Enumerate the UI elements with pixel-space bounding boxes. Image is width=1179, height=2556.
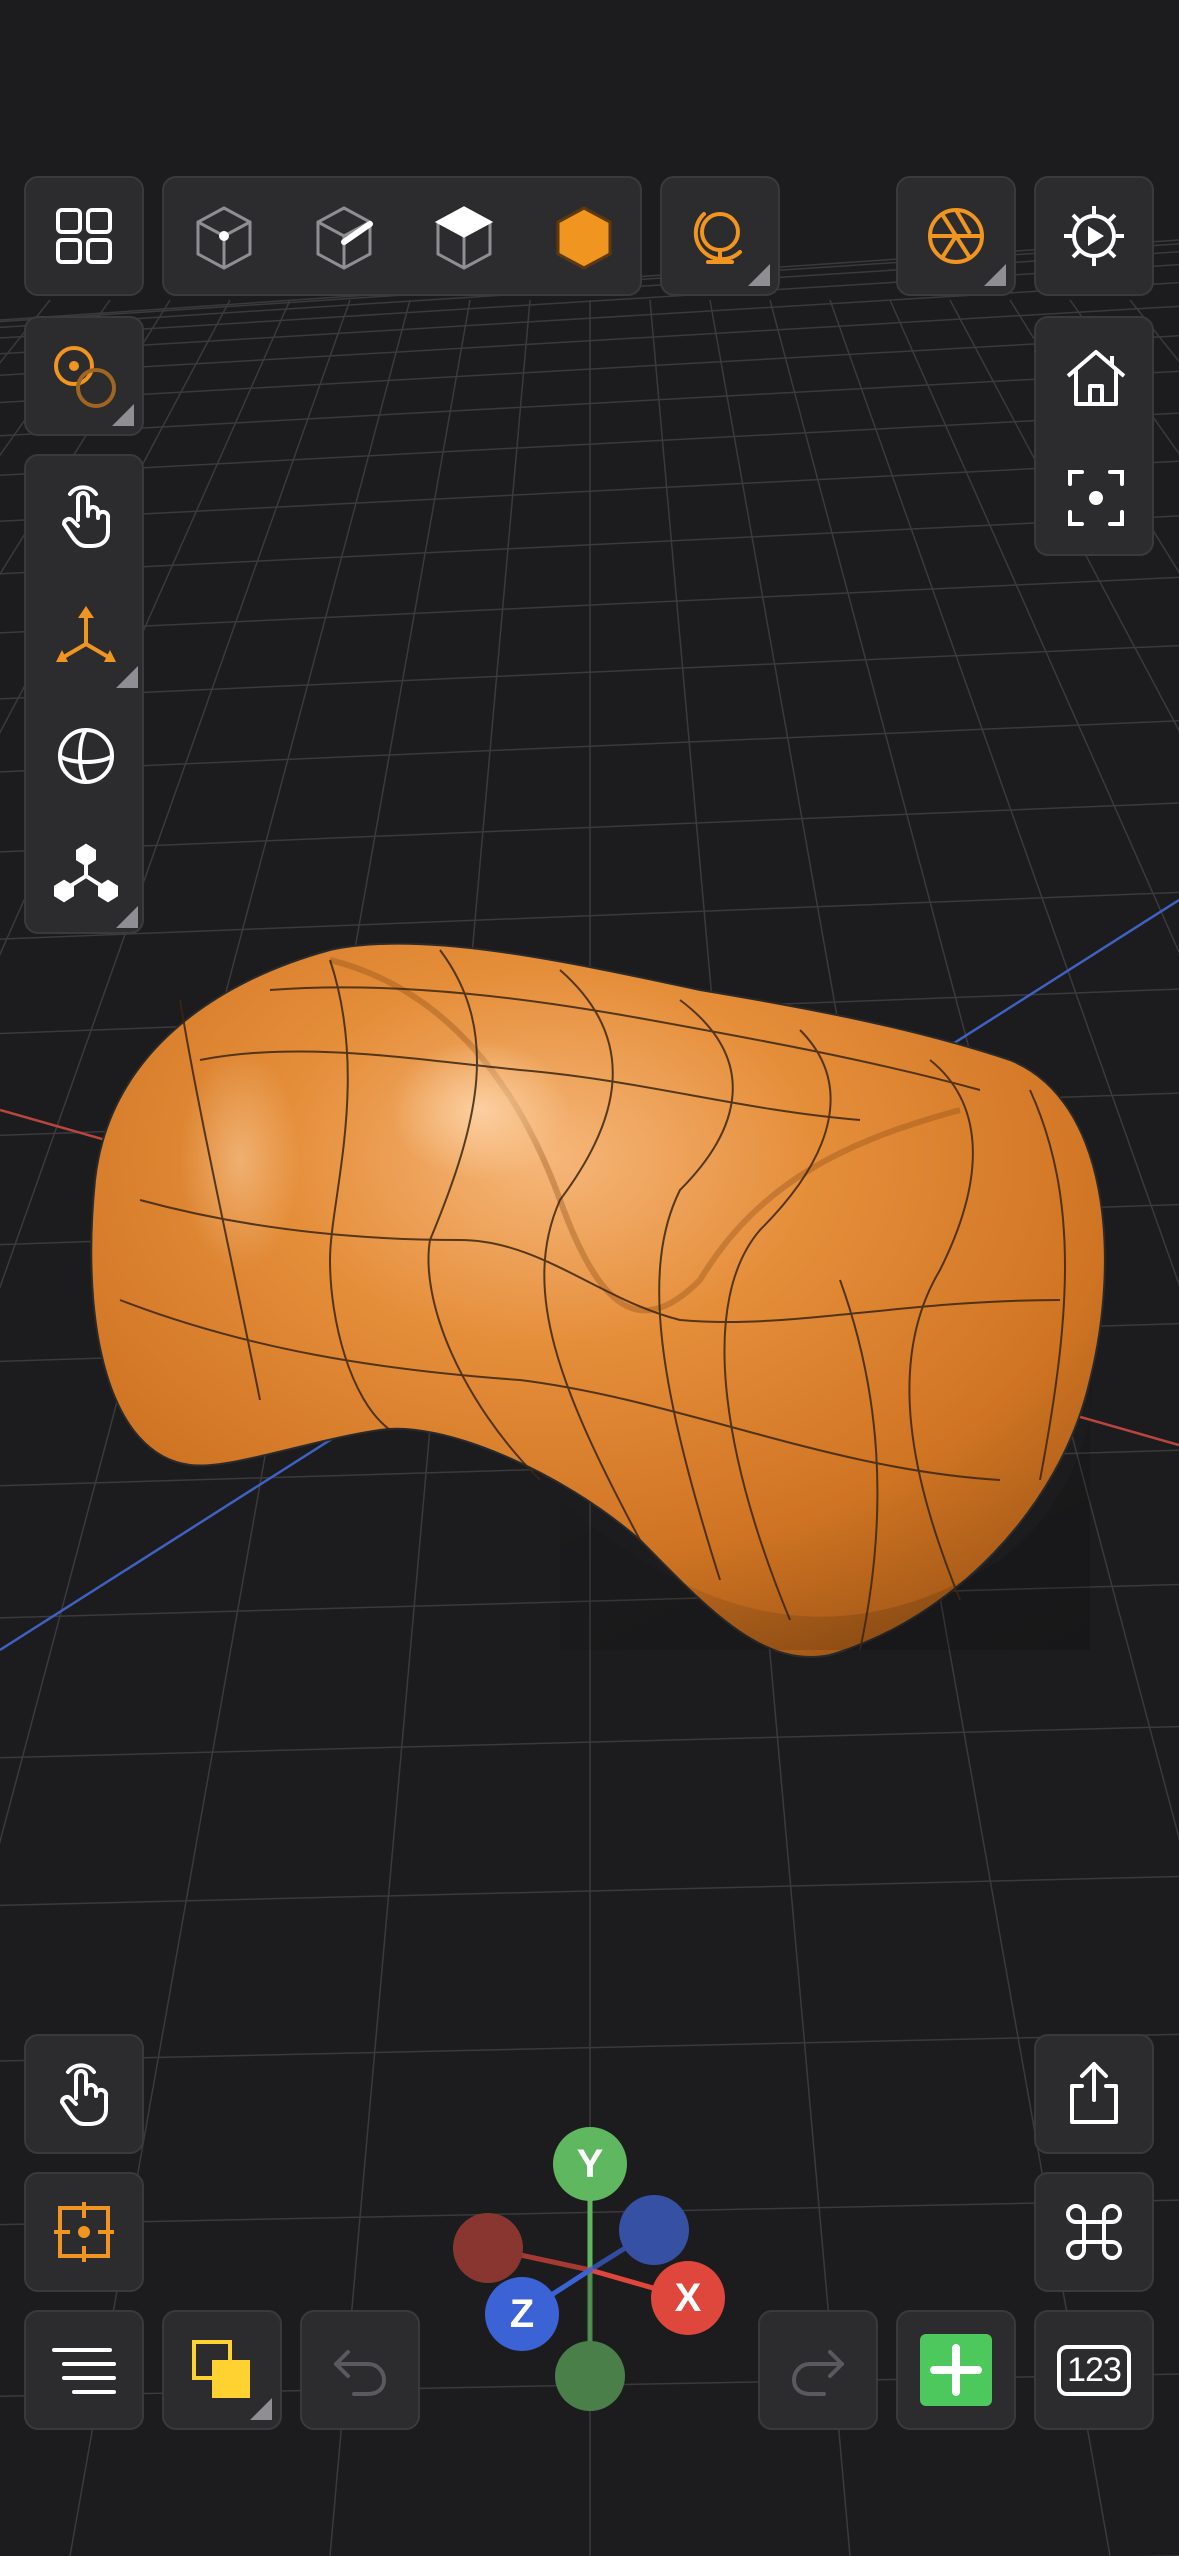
numeric-input-label: 123 (1057, 2344, 1131, 2396)
snap-button[interactable] (24, 2172, 144, 2292)
grid-menu-button[interactable] (24, 176, 144, 296)
gizmo-x-axis[interactable]: X (651, 2261, 725, 2335)
pivot-icon (54, 346, 116, 408)
edge-mode-icon (316, 206, 373, 270)
focus-selection-button[interactable] (1036, 438, 1156, 558)
undo-icon (334, 2350, 386, 2396)
command-button[interactable] (1034, 2172, 1154, 2292)
orbit-button[interactable] (660, 176, 780, 296)
orbit-icon (693, 212, 742, 264)
edge-mode-button[interactable] (284, 178, 404, 298)
selection-mode-group (162, 176, 642, 296)
command-icon (1066, 2204, 1122, 2260)
gizmo-y-label: Y (576, 2141, 604, 2186)
hierarchy-icon (54, 843, 118, 903)
move-arrows-icon (56, 606, 116, 662)
vertex-mode-icon (196, 206, 252, 270)
home-view-button[interactable] (1036, 318, 1156, 438)
gizmo-y-axis[interactable]: Y (553, 2127, 627, 2201)
face-mode-button[interactable] (404, 178, 524, 298)
pivot-button[interactable] (24, 316, 144, 436)
render-button[interactable] (896, 176, 1016, 296)
sphere-tool-button[interactable] (26, 696, 146, 816)
outline-list-icon (52, 2348, 116, 2394)
object-mode-icon (556, 206, 612, 270)
select-tool-button[interactable] (26, 456, 146, 576)
focus-frame-icon (1068, 470, 1124, 526)
hand-tap-icon (60, 2063, 109, 2126)
aperture-icon (928, 208, 984, 264)
transform-tool-button[interactable] (26, 576, 146, 696)
gizmo-neg-z[interactable] (619, 2195, 689, 2265)
hierarchy-tool-button[interactable] (26, 816, 146, 936)
undo-button[interactable] (300, 2310, 420, 2430)
touch-mode-button[interactable] (24, 2034, 144, 2154)
redo-button[interactable] (758, 2310, 878, 2430)
redo-icon (792, 2350, 844, 2396)
home-icon (1066, 350, 1126, 406)
layers-button[interactable] (162, 2310, 282, 2430)
share-icon (1070, 2062, 1118, 2124)
outliner-button[interactable] (24, 2310, 144, 2430)
settings-gear-icon (1064, 206, 1124, 266)
orange-mesh-object[interactable] (90, 942, 1106, 1658)
add-object-icon (920, 2334, 992, 2406)
gizmo-neg-x[interactable] (453, 2213, 523, 2283)
add-object-button[interactable] (896, 2310, 1016, 2430)
numeric-input-button[interactable]: 123 (1034, 2310, 1154, 2430)
settings-button[interactable] (1034, 176, 1154, 296)
share-button[interactable] (1034, 2034, 1154, 2154)
tool-group-left (24, 454, 144, 934)
gizmo-z-label: Z (509, 2291, 535, 2336)
object-mode-button[interactable] (524, 178, 644, 298)
sphere-icon (58, 728, 114, 784)
vertex-mode-button[interactable] (164, 178, 284, 298)
gizmo-z-axis[interactable]: Z (485, 2277, 559, 2351)
hand-tap-icon (62, 485, 111, 548)
snap-target-icon (54, 2202, 114, 2262)
gizmo-neg-y[interactable] (555, 2341, 625, 2411)
face-mode-icon (434, 206, 494, 270)
view-group-right (1034, 316, 1154, 556)
grid-menu-icon (56, 208, 112, 264)
layers-copy-icon (192, 2340, 250, 2398)
gizmo-x-label: X (674, 2275, 702, 2320)
axis-gizmo[interactable]: Y X Z (440, 2120, 740, 2420)
